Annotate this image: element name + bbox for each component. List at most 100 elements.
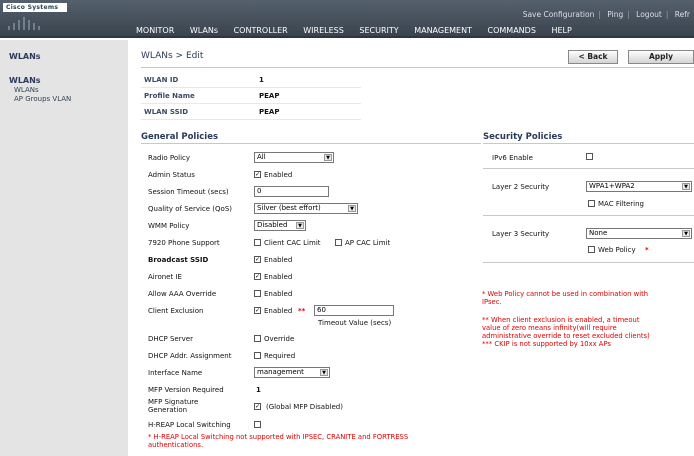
menu-monitor[interactable]: MONITOR xyxy=(136,26,174,35)
menu-wlans[interactable]: WLANs xyxy=(190,26,218,35)
security-policies-title: Security Policies xyxy=(483,132,563,142)
admin-status-label: Admin Status xyxy=(148,171,195,179)
back-button[interactable]: < Back xyxy=(568,50,618,64)
chevron-down-icon: ▼ xyxy=(324,154,332,161)
refresh-link[interactable]: Refr xyxy=(675,10,690,19)
sidebar-item-wlans[interactable]: WLANs xyxy=(14,86,39,94)
mfp-signature-checkbox[interactable]: ✓ xyxy=(254,403,261,410)
layer2-security-value: WPA1+WPA2 xyxy=(589,182,635,190)
mfp-signature-text: (Global MFP Disabled) xyxy=(266,403,343,411)
sidebar-top-title: WLANs xyxy=(9,52,41,61)
aaa-override-text: Enabled xyxy=(264,290,293,298)
menu-security[interactable]: SECURITY xyxy=(359,26,398,35)
mac-filtering-checkbox[interactable] xyxy=(588,200,595,207)
top-links: Save Configuration | Ping | Logout | Refr xyxy=(522,10,690,19)
divider xyxy=(483,215,694,216)
qos-label: Quality of Service (QoS) xyxy=(148,205,233,213)
sidebar-section-wlans[interactable]: WLANs xyxy=(9,76,41,85)
wlan-id-label: WLAN ID xyxy=(144,76,179,84)
interface-name-value: management xyxy=(257,368,304,376)
wmm-policy-label: WMM Policy xyxy=(148,222,190,230)
main-content: WLANs > Edit < Back Apply WLAN ID 1 Prof… xyxy=(128,40,694,456)
menu-wireless[interactable]: WIRELESS xyxy=(303,26,344,35)
client-exclusion-checkbox[interactable]: ✓ xyxy=(254,307,261,314)
cisco-bridge-icon xyxy=(8,16,48,30)
menu-commands[interactable]: COMMANDS xyxy=(488,26,536,35)
exclusion-note-line1: ** When client exclusion is enabled, a t… xyxy=(482,316,640,324)
layer2-security-label: Layer 2 Security xyxy=(492,183,550,191)
client-exclusion-text: Enabled xyxy=(264,307,293,315)
web-policy-note: * Web Policy cannot be used in combinati… xyxy=(482,290,648,306)
web-policy-note-line2: IPsec. xyxy=(482,298,502,306)
admin-status-checkbox[interactable]: ✓ xyxy=(254,171,261,178)
profile-name-label: Profile Name xyxy=(144,92,195,100)
hreap-note-line1: * H-REAP Local Switching not supported w… xyxy=(148,433,409,441)
divider xyxy=(483,262,694,263)
logout-link[interactable]: Logout xyxy=(636,10,662,19)
wlan-ssid-value: PEAP xyxy=(259,108,280,116)
exclusion-note-line3: administrative override to reset exclude… xyxy=(482,332,650,340)
chevron-down-icon: ▼ xyxy=(296,222,304,229)
sidebar-item-ap-groups-vlan[interactable]: AP Groups VLAN xyxy=(14,95,71,103)
menu-controller[interactable]: CONTROLLER xyxy=(234,26,288,35)
profile-name-value: PEAP xyxy=(259,92,280,100)
mfp-signature-label: MFP Signature xyxy=(148,398,199,406)
save-configuration-link[interactable]: Save Configuration xyxy=(523,10,595,19)
dhcp-server-label: DHCP Server xyxy=(148,335,193,343)
exclusion-note: ** When client exclusion is enabled, a t… xyxy=(482,316,650,348)
exclusion-note-line2: value of zero means infinity(will requir… xyxy=(482,324,617,332)
aaa-override-checkbox[interactable] xyxy=(254,290,261,297)
qos-select[interactable]: Silver (best effort) ▼ xyxy=(254,203,358,214)
radio-policy-select[interactable]: All ▼ xyxy=(254,152,334,163)
exclusion-timeout-input[interactable]: 60 xyxy=(314,305,394,316)
chevron-down-icon: ▼ xyxy=(682,183,690,190)
dhcp-addr-label: DHCP Addr. Assignment xyxy=(148,352,232,360)
hreap-checkbox[interactable] xyxy=(254,421,261,428)
divider xyxy=(483,143,694,144)
mfp-version-label: MFP Version Required xyxy=(148,386,224,394)
client-cac-checkbox[interactable] xyxy=(254,239,261,246)
layer3-security-value: None xyxy=(589,229,608,237)
broadcast-ssid-checkbox[interactable]: ✓ xyxy=(254,256,261,263)
aironet-ie-text: Enabled xyxy=(264,273,293,281)
web-policy-checkbox[interactable] xyxy=(588,246,595,253)
mfp-signature-label-line2: Generation xyxy=(148,406,188,414)
hreap-note-line2: authentications. xyxy=(148,441,204,449)
hreap-note: * H-REAP Local Switching not supported w… xyxy=(148,433,408,449)
session-timeout-label: Session Timeout (secs) xyxy=(148,188,229,196)
chevron-down-icon: ▼ xyxy=(320,369,328,376)
profile-name-row: Profile Name PEAP xyxy=(141,89,361,104)
web-policy-note-marker: * xyxy=(645,246,649,254)
layer3-security-select[interactable]: None ▼ xyxy=(586,228,692,239)
radio-policy-label: Radio Policy xyxy=(148,154,191,162)
divider xyxy=(141,67,694,68)
cisco-logo: Cisco Systems xyxy=(3,3,67,12)
exclusion-note-marker: ** xyxy=(298,307,306,315)
menu-management[interactable]: MANAGEMENT xyxy=(414,26,472,35)
admin-status-text: Enabled xyxy=(264,171,293,179)
aironet-ie-checkbox[interactable]: ✓ xyxy=(254,273,261,280)
ap-cac-checkbox[interactable] xyxy=(335,239,342,246)
menu-help[interactable]: HELP xyxy=(551,26,571,35)
wlan-id-value: 1 xyxy=(259,76,264,84)
ping-link[interactable]: Ping xyxy=(607,10,623,19)
apply-button[interactable]: Apply xyxy=(628,50,694,64)
interface-name-select[interactable]: management ▼ xyxy=(254,367,330,378)
ipv6-enable-label: IPv6 Enable xyxy=(492,154,533,162)
wmm-policy-select[interactable]: Disabled ▼ xyxy=(254,220,306,231)
broadcast-ssid-label: Broadcast SSID xyxy=(148,256,209,264)
wmm-policy-value: Disabled xyxy=(257,221,288,229)
top-navigation-bar: Cisco Systems Save Configuration | Ping | … xyxy=(0,0,694,38)
layer2-security-select[interactable]: WPA1+WPA2 ▼ xyxy=(586,181,692,192)
dhcp-override-checkbox[interactable] xyxy=(254,335,261,342)
dhcp-required-checkbox[interactable] xyxy=(254,352,261,359)
ipv6-enable-checkbox[interactable] xyxy=(586,153,593,160)
client-exclusion-label: Client Exclusion xyxy=(148,307,204,315)
aaa-override-label: Allow AAA Override xyxy=(148,290,217,298)
session-timeout-input[interactable]: 0 xyxy=(254,186,329,197)
divider xyxy=(483,168,694,169)
exclusion-timeout-label: Timeout Value (secs) xyxy=(318,319,392,327)
wlan-ssid-row: WLAN SSID PEAP xyxy=(141,105,361,120)
mfp-version-value: 1 xyxy=(256,386,261,394)
qos-value: Silver (best effort) xyxy=(257,204,321,212)
